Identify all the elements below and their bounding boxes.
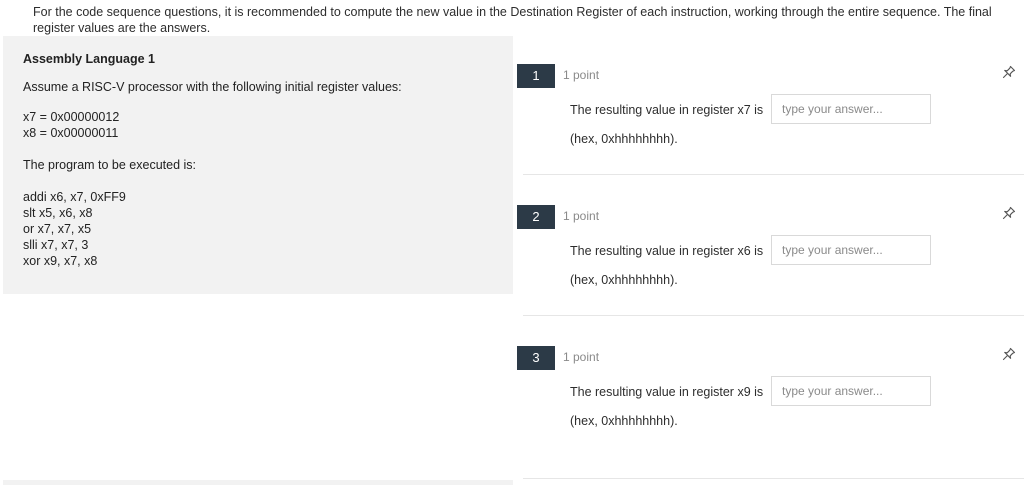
question-points: 1 point bbox=[563, 209, 600, 223]
stimulus-footer-divider bbox=[3, 480, 513, 485]
question-number-badge: 1 bbox=[517, 64, 555, 88]
question-divider bbox=[523, 315, 1024, 316]
stimulus-title: Assembly Language 1 bbox=[23, 52, 155, 66]
question-3: 3 1 point The resulting value in registe… bbox=[513, 346, 1024, 486]
instructions-text: For the code sequence questions, it is r… bbox=[33, 5, 992, 35]
program-instruction: addi x6, x7, 0xFF9 bbox=[23, 190, 126, 204]
question-1: 1 1 point The resulting value in registe… bbox=[513, 64, 1024, 204]
pin-icon[interactable] bbox=[1001, 346, 1017, 362]
register-initial-value: x7 = 0x00000012 bbox=[23, 110, 120, 124]
program-intro: The program to be executed is: bbox=[23, 158, 197, 172]
question-prompt: The resulting value in register x6 is bbox=[570, 244, 764, 258]
program-instruction: slli x7, x7, 3 bbox=[23, 238, 89, 252]
question-points: 1 point bbox=[563, 68, 600, 82]
answer-input[interactable] bbox=[771, 94, 931, 124]
answer-format-hint: (hex, 0xhhhhhhhh). bbox=[570, 414, 678, 428]
program-instruction: xor x9, x7, x8 bbox=[23, 254, 98, 268]
question-divider bbox=[523, 174, 1024, 175]
question-prompt: The resulting value in register x7 is bbox=[570, 103, 764, 117]
question-prompt: The resulting value in register x9 is bbox=[570, 385, 764, 399]
question-divider bbox=[523, 478, 1024, 479]
stimulus-panel: Assembly Language 1 Assume a RISC-V proc… bbox=[3, 36, 513, 294]
question-number-badge: 2 bbox=[517, 205, 555, 229]
question-number-badge: 3 bbox=[517, 346, 555, 370]
question-points: 1 point bbox=[563, 350, 600, 364]
question-2: 2 1 point The resulting value in registe… bbox=[513, 205, 1024, 345]
answer-format-hint: (hex, 0xhhhhhhhh). bbox=[570, 273, 678, 287]
answer-input[interactable] bbox=[771, 235, 931, 265]
register-initial-value: x8 = 0x00000011 bbox=[23, 126, 119, 140]
answer-format-hint: (hex, 0xhhhhhhhh). bbox=[570, 132, 678, 146]
answer-input[interactable] bbox=[771, 376, 931, 406]
pin-icon[interactable] bbox=[1001, 64, 1017, 80]
pin-icon[interactable] bbox=[1001, 205, 1017, 221]
program-instruction: slt x5, x6, x8 bbox=[23, 206, 93, 220]
program-instruction: or x7, x7, x5 bbox=[23, 222, 92, 236]
stimulus-intro: Assume a RISC-V processor with the follo… bbox=[23, 80, 402, 94]
